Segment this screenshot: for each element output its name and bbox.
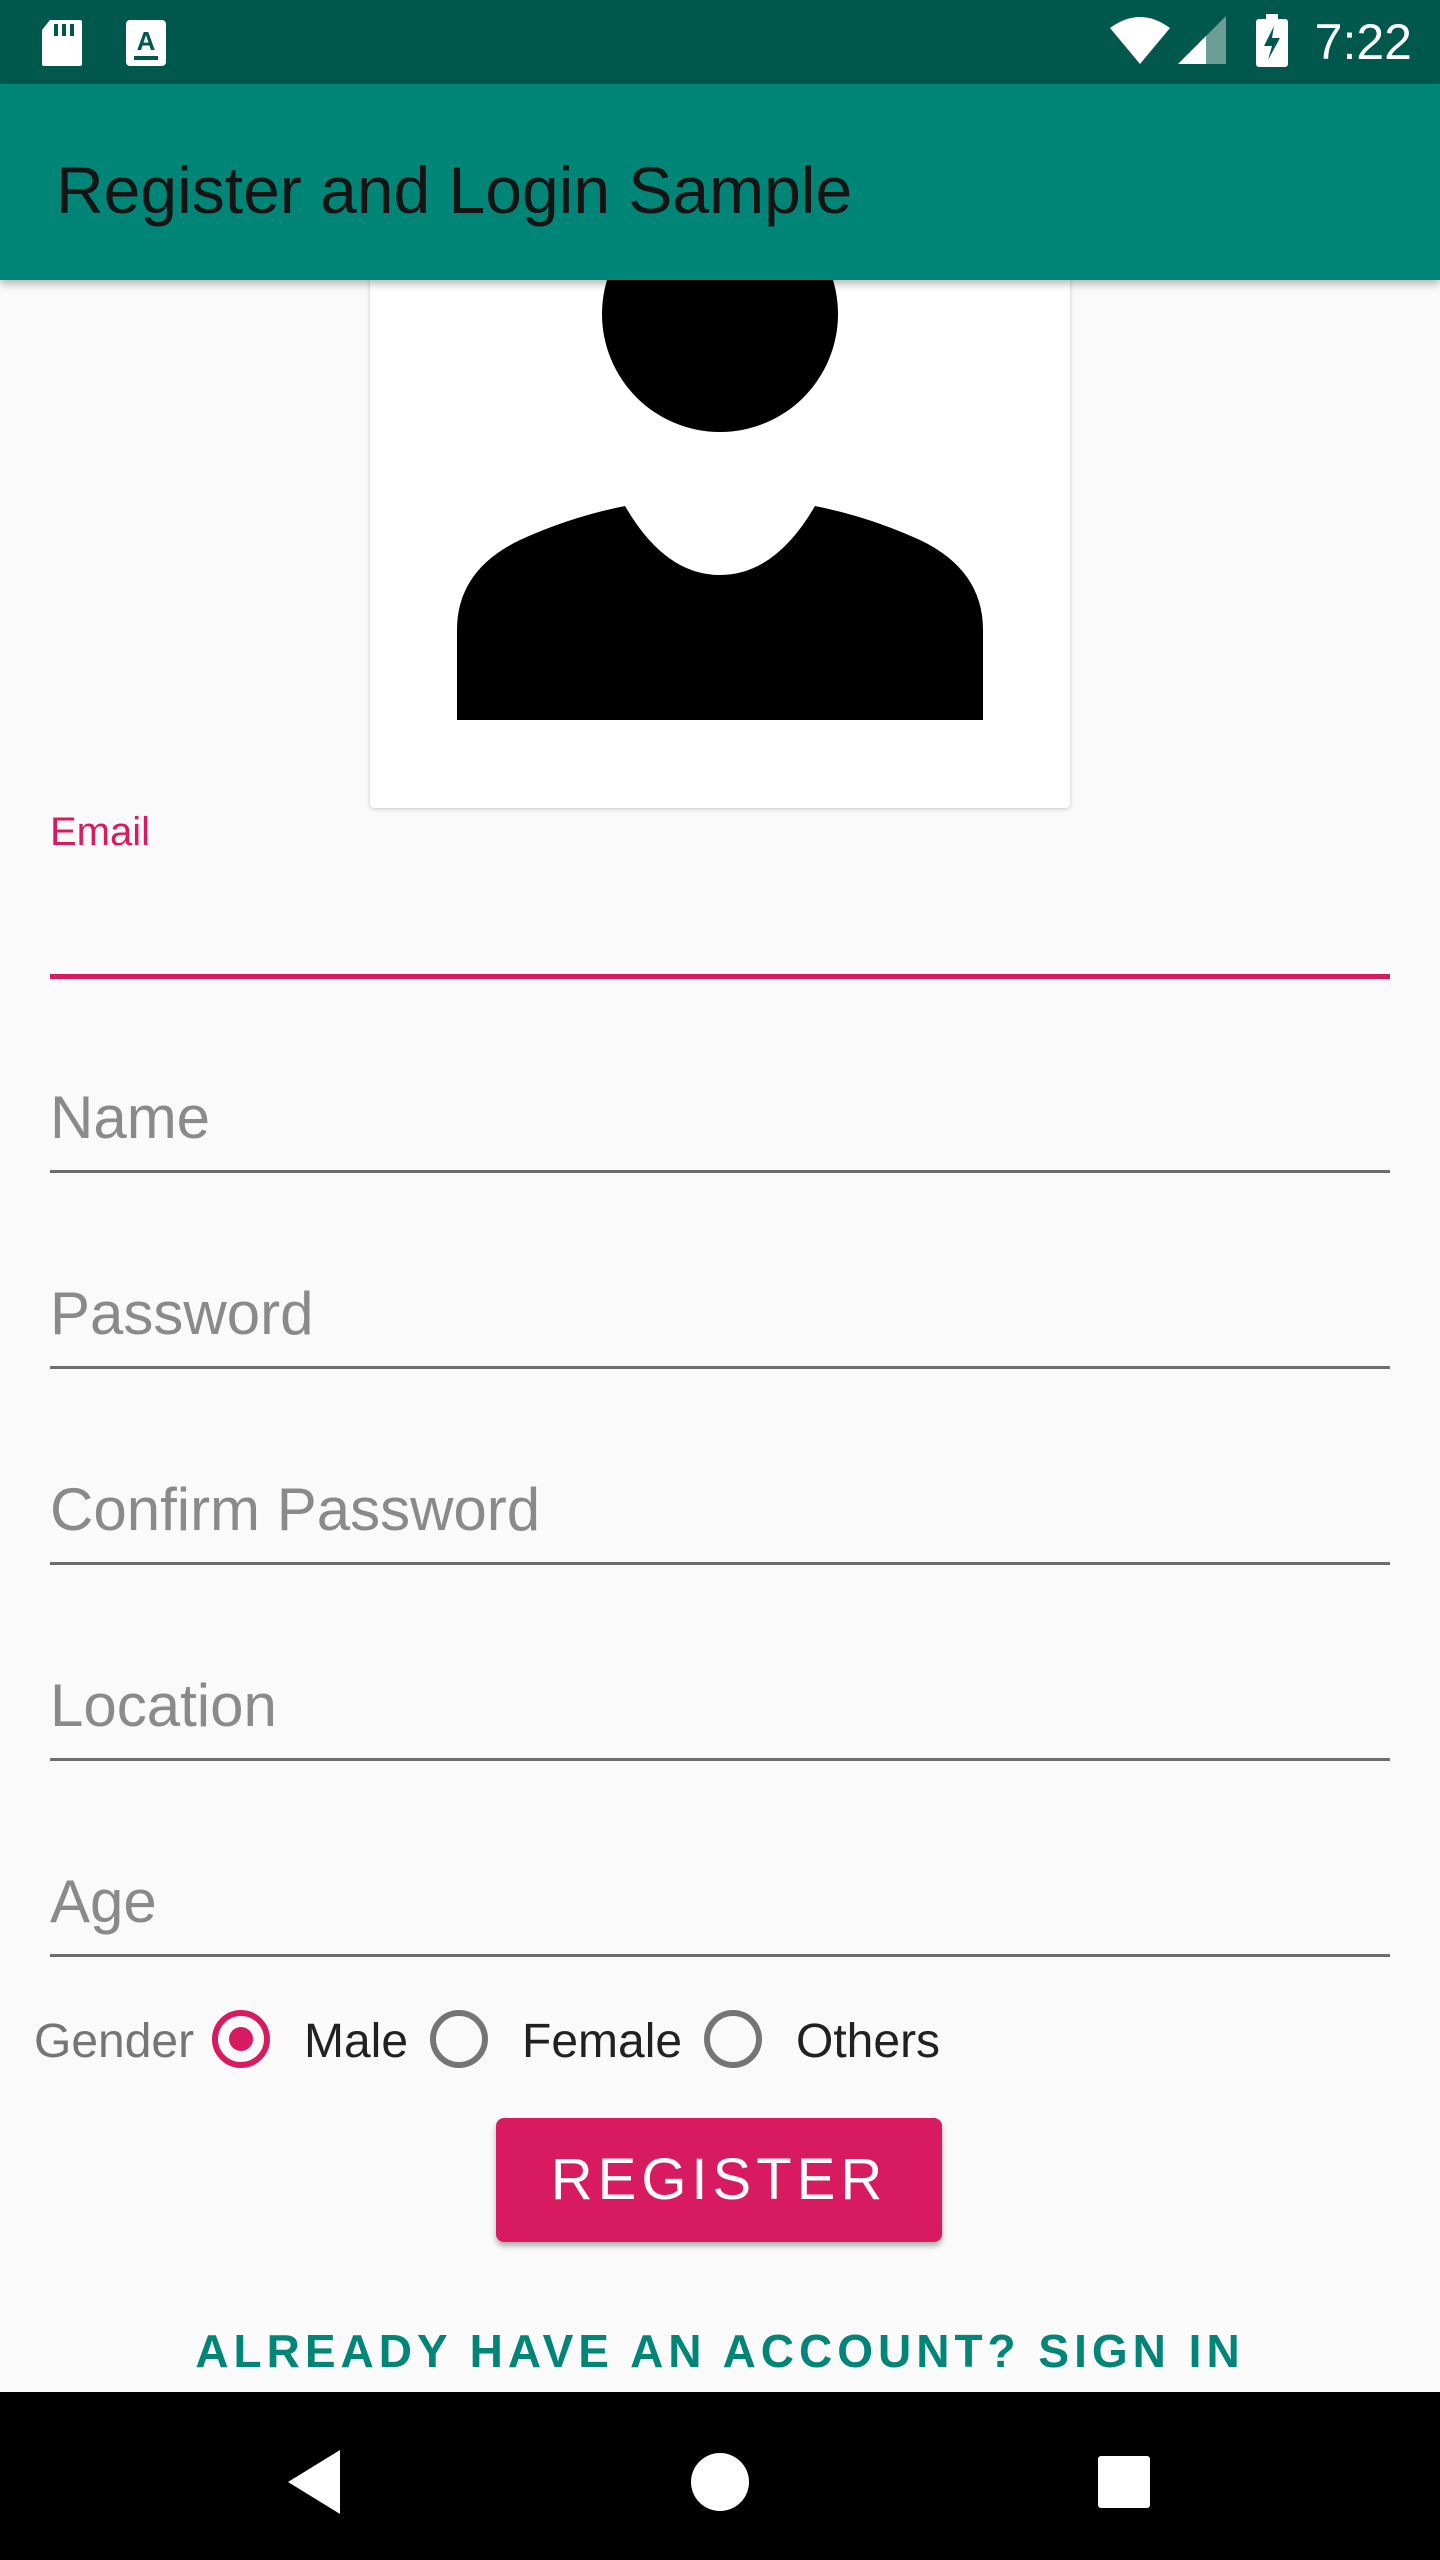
person-avatar-icon [457,230,983,720]
gender-option-others[interactable]: Others [704,2010,984,2078]
gender-option-label: Female [522,2015,683,2068]
confirm-password-field[interactable] [50,1462,1390,1566]
cellular-signal-icon [1176,14,1228,71]
home-icon[interactable] [670,2432,770,2532]
email-label: Email [50,810,151,854]
gender-option-label: Male [304,2015,409,2068]
gender-option-female[interactable]: Female [430,2010,710,2078]
name-field[interactable] [50,1070,1390,1174]
app-bar: Register and Login Sample [0,84,1440,280]
svg-text:A: A [137,26,156,56]
app-title: Register and Login Sample [56,153,853,227]
email-underline [50,974,1390,979]
radio-unchecked-icon[interactable] [704,2010,762,2068]
gender-radio-group: Gender Male Female Others [34,2000,1134,2080]
navigation-bar [0,2392,1440,2560]
password-input[interactable] [50,1270,1390,1356]
gender-option-label: Others [796,2015,941,2068]
gender-label: Gender [34,2015,195,2068]
recents-icon[interactable] [1074,2432,1174,2532]
name-input[interactable] [50,1074,1390,1160]
battery-charging-icon [1254,14,1290,73]
location-input[interactable] [50,1662,1390,1748]
gender-option-male[interactable]: Male [212,2010,452,2078]
location-field[interactable] [50,1658,1390,1762]
name-underline [50,1170,1390,1173]
clock: 7:22 [1314,14,1412,70]
register-button[interactable]: REGISTER [496,2118,942,2242]
confirm-password-underline [50,1562,1390,1565]
profile-image-picker[interactable] [370,230,1070,808]
password-underline [50,1366,1390,1369]
email-input[interactable] [50,878,1390,964]
wifi-icon [1108,14,1172,71]
radio-checked-icon[interactable] [212,2010,270,2068]
text-format-icon: A [124,18,168,73]
sd-card-icon [40,18,84,73]
email-field[interactable]: Email [50,808,1390,984]
password-field[interactable] [50,1266,1390,1370]
location-underline [50,1758,1390,1761]
confirm-password-input[interactable] [50,1466,1390,1552]
back-icon[interactable] [266,2432,366,2532]
age-field[interactable] [50,1854,1390,1958]
radio-unchecked-icon[interactable] [430,2010,488,2068]
age-input[interactable] [50,1858,1390,1944]
status-bar: A 7:22 [0,0,1440,84]
sign-in-link[interactable]: ALREADY HAVE AN ACCOUNT? SIGN IN [0,2318,1440,2384]
age-underline [50,1954,1390,1957]
